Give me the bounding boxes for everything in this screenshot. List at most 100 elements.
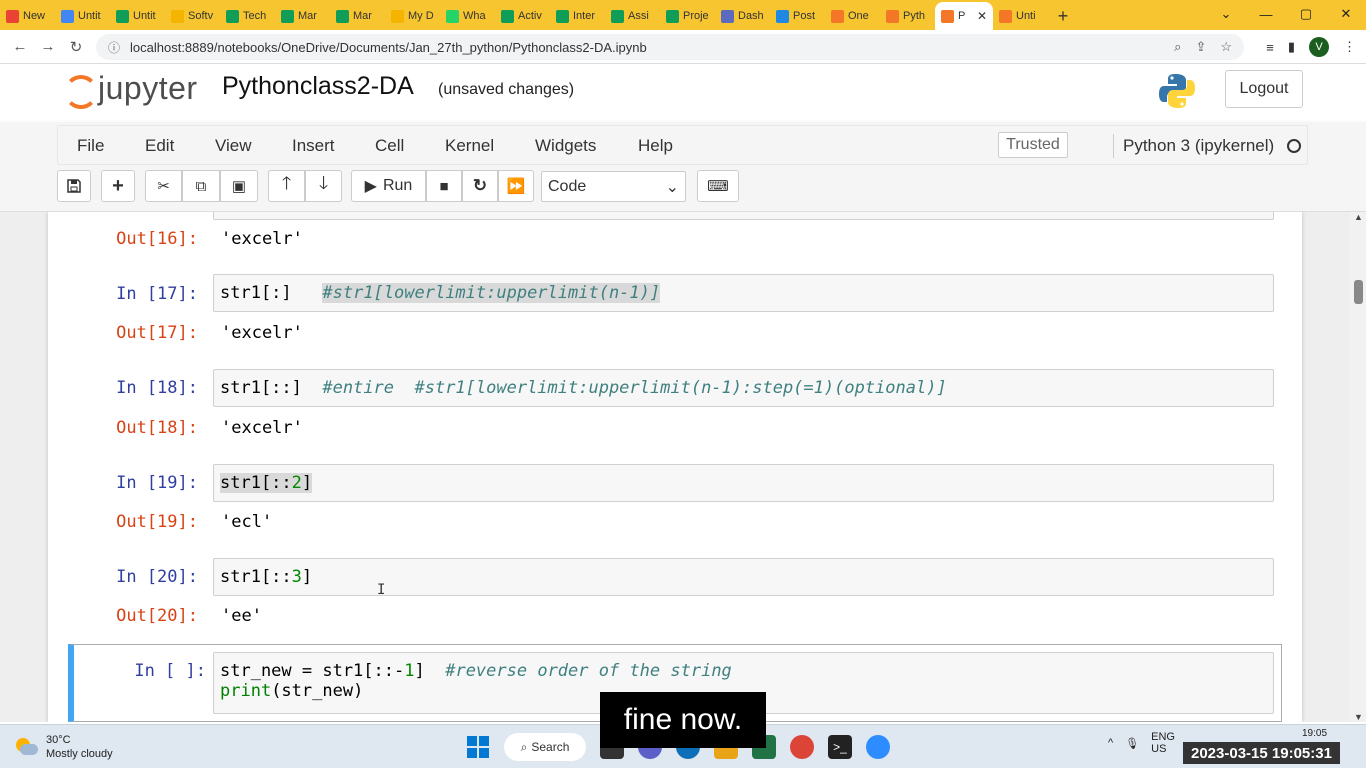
maximize-button[interactable]: ▢: [1286, 0, 1326, 28]
menu-widgets[interactable]: Widgets: [535, 136, 596, 156]
code-cell-input[interactable]: str1[::3]: [213, 558, 1274, 596]
run-button[interactable]: ▶ Run: [351, 170, 426, 202]
keyboard-icon: ⌨: [707, 178, 729, 195]
move-up-button[interactable]: 🡑: [268, 170, 305, 202]
sheets-icon: [501, 9, 514, 23]
forward-icon[interactable]: →: [34, 38, 62, 55]
browser-tab[interactable]: Wha: [440, 2, 495, 30]
minimize-button[interactable]: —: [1246, 0, 1286, 28]
browser-tab-label: Untit: [78, 10, 101, 22]
windows-start-icon[interactable]: [466, 735, 490, 759]
restart-button[interactable]: ↻: [462, 170, 498, 202]
jupyter-logo[interactable]: jupyter: [62, 70, 198, 109]
share-icon[interactable]: ⇪: [1195, 39, 1206, 55]
restart-run-all-button[interactable]: ⏩: [498, 170, 534, 202]
code-cell-input[interactable]: str1[:] #str1[lowerlimit:upperlimit(n-1)…: [213, 274, 1274, 312]
code-cell-input[interactable]: str1[::2]: [213, 464, 1274, 502]
tray-chevron-icon[interactable]: ^: [1108, 737, 1113, 749]
scissors-icon: ✂: [157, 178, 170, 195]
kernel-name[interactable]: Python 3 (ipykernel): [1113, 134, 1274, 158]
browser-tab[interactable]: Mar: [275, 2, 330, 30]
browser-tab[interactable]: Activ: [495, 2, 550, 30]
browser-tab[interactable]: Assi: [605, 2, 660, 30]
arrow-down-icon: 🡓: [318, 173, 329, 193]
page-scrollbar[interactable]: ▲ ▼: [1350, 212, 1366, 722]
browser-tab[interactable]: Unti: [993, 2, 1048, 30]
browser-tab[interactable]: Proje: [660, 2, 715, 30]
cell-type-select[interactable]: Code ⌄: [541, 171, 686, 202]
insert-cell-button[interactable]: +: [101, 170, 135, 202]
url-text[interactable]: localhost:8889/notebooks/OneDrive/Docume…: [130, 40, 1174, 55]
microphone-icon[interactable]: 🎙: [1125, 737, 1139, 750]
browser-tab[interactable]: Dash: [715, 2, 770, 30]
taskbar-search[interactable]: ⌕ Search: [504, 733, 586, 761]
menu-insert[interactable]: Insert: [292, 136, 335, 156]
video-caption: fine now.: [600, 692, 766, 748]
paste-button[interactable]: ▣: [220, 170, 258, 202]
back-icon[interactable]: ←: [6, 38, 34, 55]
interrupt-button[interactable]: ■: [426, 170, 462, 202]
code-cell-input-16[interactable]: [213, 212, 1274, 220]
cut-button[interactable]: ✂: [145, 170, 182, 202]
browser-tab-label: P: [958, 10, 966, 22]
browser-tab[interactable]: New: [0, 2, 55, 30]
browser-tab[interactable]: Pyth: [880, 2, 935, 30]
language-indicator[interactable]: ENG US: [1151, 731, 1175, 755]
command-palette-button[interactable]: ⌨: [697, 170, 739, 202]
new-tab-button[interactable]: +: [1048, 2, 1078, 30]
code-cell-input[interactable]: str1[::] #entire #str1[lowerlimit:upperl…: [213, 369, 1274, 407]
browser-tab[interactable]: My D: [385, 2, 440, 30]
browser-tab-label: Tech: [243, 10, 267, 22]
browser-menu-icon[interactable]: ⋮: [1343, 39, 1356, 55]
browser-tab[interactable]: Mar: [330, 2, 385, 30]
chrome-icon[interactable]: [790, 735, 814, 759]
trusted-indicator[interactable]: Trusted: [998, 132, 1068, 158]
side-panel-icon[interactable]: ▮: [1288, 39, 1295, 55]
url-omnibox[interactable]: ⓘ localhost:8889/notebooks/OneDrive/Docu…: [96, 34, 1244, 60]
save-button[interactable]: [57, 170, 91, 202]
clock-time[interactable]: 19:05: [1302, 728, 1327, 739]
zoom-icon[interactable]: ⌕: [1174, 39, 1181, 55]
close-tab-icon[interactable]: ✕: [977, 9, 987, 23]
browser-tab-label: One: [848, 10, 869, 22]
browser-tab[interactable]: Tech: [220, 2, 275, 30]
browser-tab-label: Assi: [628, 10, 649, 22]
menu-view[interactable]: View: [215, 136, 252, 156]
site-info-icon[interactable]: ⓘ: [108, 39, 120, 56]
scroll-down-icon[interactable]: ▼: [1354, 712, 1363, 722]
profile-avatar[interactable]: V: [1309, 37, 1329, 57]
logout-button[interactable]: Logout: [1225, 70, 1303, 108]
menu-kernel[interactable]: Kernel: [445, 136, 494, 156]
code-comment: #entire #str1[lowerlimit:upperlimit(n-1)…: [322, 378, 947, 398]
menu-file[interactable]: File: [77, 136, 104, 156]
code-text: str1[::]: [220, 378, 302, 398]
scroll-up-icon[interactable]: ▲: [1354, 212, 1363, 222]
terminal-icon[interactable]: >_: [828, 735, 852, 759]
bookmark-star-icon[interactable]: ☆: [1220, 39, 1232, 55]
code-text: str1[:]: [220, 283, 292, 303]
notebook-title[interactable]: Pythonclass2-DA: [222, 72, 414, 101]
reading-list-icon[interactable]: ≡: [1266, 40, 1274, 55]
copy-button[interactable]: ⧉: [182, 170, 220, 202]
move-down-button[interactable]: 🡓: [305, 170, 342, 202]
menu-cell[interactable]: Cell: [375, 136, 404, 156]
weather-condition: Mostly cloudy: [46, 748, 113, 760]
browser-tab[interactable]: Untit: [110, 2, 165, 30]
cell-output: 'excelr': [221, 229, 303, 249]
tab-search-icon[interactable]: ⌄: [1206, 0, 1246, 28]
weather-widget[interactable]: 30°C Mostly cloudy: [14, 733, 113, 761]
browser-tab-label: Activ: [518, 10, 542, 22]
reload-icon[interactable]: ↻: [62, 38, 90, 56]
browser-tab[interactable]: Post: [770, 2, 825, 30]
browser-tab[interactable]: Softv: [165, 2, 220, 30]
browser-tab[interactable]: Inter: [550, 2, 605, 30]
arrow-up-icon: 🡑: [281, 173, 292, 193]
menu-edit[interactable]: Edit: [145, 136, 174, 156]
browser-tab[interactable]: P ✕: [935, 2, 993, 30]
menu-help[interactable]: Help: [638, 136, 673, 156]
scrollbar-thumb[interactable]: [1354, 280, 1363, 304]
browser-tab[interactable]: Untit: [55, 2, 110, 30]
zoom-icon[interactable]: [866, 735, 890, 759]
close-window-button[interactable]: ✕: [1326, 0, 1366, 28]
browser-tab[interactable]: One: [825, 2, 880, 30]
